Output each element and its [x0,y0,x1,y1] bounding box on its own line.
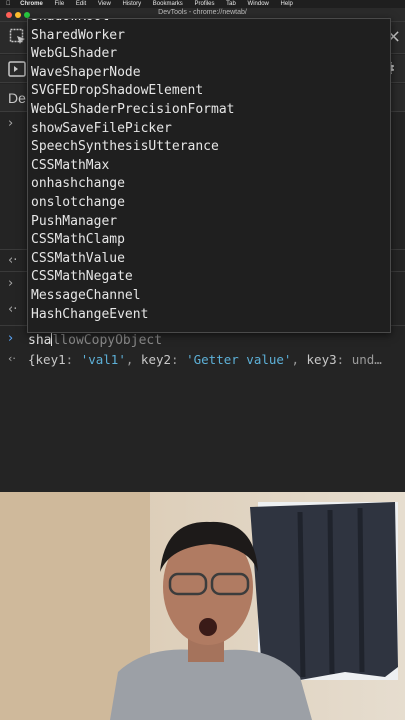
autocomplete-dropdown[interactable]: ShadowRootSharedWorkerWebGLShaderWaveSha… [27,18,391,333]
autocomplete-item[interactable]: SVGFEDropShadowElement [31,82,203,101]
autocomplete-item[interactable]: CSSMathMax [31,157,109,176]
brace: { [28,352,36,367]
eager-evaluation-preview: {key1: 'val1', key2: 'Getter value', key… [28,352,382,367]
autocomplete-item[interactable]: onslotchange [31,194,125,213]
menu-file[interactable]: File [55,0,65,8]
devtools-panel: ⋮ × ⚙ De › ‹· › ‹· › shallowCopyObject ‹… [0,18,405,492]
autocomplete-item[interactable]: CSSMathNegate [31,268,133,287]
webcam-video [0,492,405,720]
menu-chrome[interactable]: Chrome [20,0,43,8]
expand-arrow-icon[interactable]: › [8,276,13,291]
autocomplete-item[interactable]: HashChangeEvent [31,306,148,325]
autocomplete-item[interactable]: showSaveFilePicker [31,120,172,139]
menu-edit[interactable]: Edit [76,0,86,8]
apple-icon[interactable]:  [6,0,11,8]
key-name: key1 [35,352,66,367]
autocomplete-item[interactable]: CSSMathClamp [31,231,125,250]
autocomplete-item[interactable]: onhashchange [31,175,125,194]
window-title: DevTools - chrome://newtab/ [158,9,247,16]
console-input[interactable]: shallowCopyObject [28,332,162,348]
prompt-icon: › [8,331,14,346]
typed-text: sha [28,333,52,348]
autocomplete-item[interactable]: MessageChannel [31,287,141,306]
string-value: 'Getter value' [186,352,292,367]
return-arrow-icon: ‹· [8,253,18,268]
eager-eval-icon: ‹· [8,352,16,365]
key-name: key3 [306,352,337,367]
truncated-tab-label: De [8,90,26,106]
autocomplete-item[interactable]: CSSMathValue [31,250,125,269]
menu-view[interactable]: View [98,0,111,8]
autocomplete-item[interactable]: PushManager [31,213,117,232]
autocomplete-item[interactable]: ShadowRoot [31,19,109,27]
menu-history[interactable]: History [122,0,141,8]
expand-arrow-icon[interactable]: › [8,116,13,131]
autocomplete-item[interactable]: WebGLShaderPrecisionFormat [31,101,235,120]
inline-suggestion: llowCopyObject [52,333,163,348]
return-arrow-icon: ‹· [8,302,18,317]
key-name: key2 [140,352,172,367]
menu-profiles[interactable]: Profiles [194,0,214,8]
menu-bookmarks[interactable]: Bookmarks [153,0,183,8]
sidebar-toggle-icon[interactable] [8,60,26,78]
autocomplete-item[interactable]: WaveShaperNode [31,64,141,83]
truncated-value: und… [351,352,382,367]
string-value: 'val1' [80,352,126,367]
menu-help[interactable]: Help [281,0,293,8]
menu-tab[interactable]: Tab [226,0,236,8]
macos-menu-bar:  Chrome File Edit View History Bookmark… [0,0,405,8]
autocomplete-item[interactable]: SpeechSynthesisUtterance [31,138,219,157]
autocomplete-item[interactable]: SharedWorker [31,27,125,46]
autocomplete-item[interactable]: WebGLShader [31,45,117,64]
select-element-icon[interactable] [9,28,27,46]
menu-window[interactable]: Window [248,0,269,8]
